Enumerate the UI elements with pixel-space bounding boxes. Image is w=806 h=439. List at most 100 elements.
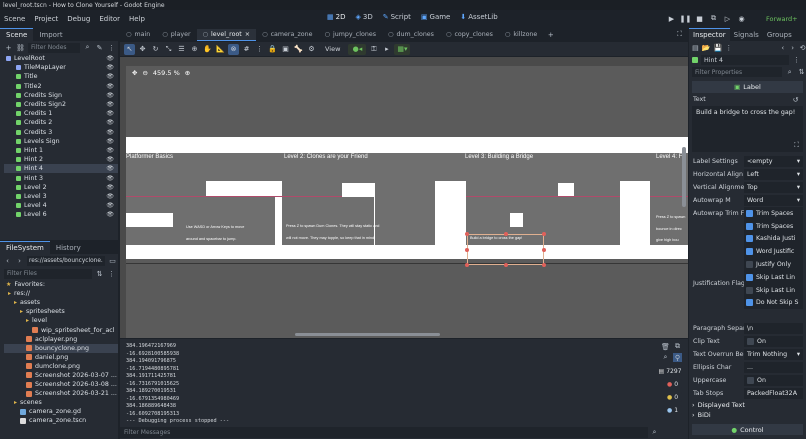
- menu-project[interactable]: Project: [34, 15, 58, 23]
- ruler-tool-icon[interactable]: 📐: [215, 44, 226, 55]
- platformer-title[interactable]: Platformer Basics: [126, 154, 173, 160]
- folder-item[interactable]: ▸ level: [4, 316, 118, 325]
- add-key-icon[interactable]: ●◂: [348, 43, 367, 55]
- flag-option[interactable]: Skip Last Lin: [744, 271, 803, 284]
- property-value[interactable]: ...: [744, 362, 803, 373]
- save-icon[interactable]: 💾: [714, 43, 723, 52]
- workspace-script[interactable]: ✎ Script: [383, 13, 411, 21]
- selection-handle[interactable]: [542, 232, 546, 236]
- checkbox-icon[interactable]: [746, 299, 753, 307]
- move-grab-icon[interactable]: ✥: [132, 69, 137, 77]
- split-view-icon[interactable]: ▭: [108, 256, 117, 265]
- back-icon[interactable]: ‹: [3, 256, 12, 265]
- copy-icon[interactable]: ⧉: [673, 342, 682, 351]
- property-value[interactable]: PackedFloat32A: [744, 388, 803, 399]
- selection-handle[interactable]: [465, 248, 469, 252]
- folder-item[interactable]: ★ Favorites:: [4, 280, 118, 289]
- file-item[interactable]: daniel.png: [4, 353, 118, 362]
- visibility-icon[interactable]: 👁: [106, 211, 114, 218]
- visibility-icon[interactable]: 👁: [106, 83, 114, 90]
- menu-help[interactable]: Help: [129, 15, 145, 23]
- file-item[interactable]: Screenshot 2026-03-07 ...: [4, 371, 118, 380]
- history-icon[interactable]: ⟲: [799, 43, 806, 52]
- zoom-in-icon[interactable]: ⊕: [185, 69, 190, 77]
- stop-icon[interactable]: ■: [694, 13, 705, 24]
- move-tool-icon[interactable]: ✥: [137, 44, 148, 55]
- tree-node[interactable]: Credits 1 👁: [4, 109, 118, 118]
- grid-snap-icon[interactable]: #: [241, 44, 252, 55]
- scene-tab[interactable]: ○ killzone: [499, 29, 543, 41]
- property-value[interactable]: \n: [744, 323, 803, 334]
- filter-messages-input[interactable]: Filter Messages: [120, 427, 648, 438]
- tree-node[interactable]: Level 4 👁: [4, 201, 118, 210]
- menu-icon[interactable]: ⋮: [725, 43, 732, 52]
- search-icon[interactable]: ⌕: [650, 428, 659, 437]
- close-icon[interactable]: ×: [245, 31, 250, 38]
- add-tab-icon[interactable]: +: [546, 30, 555, 39]
- scene-tab[interactable]: ○ player: [156, 29, 196, 41]
- renderer-selector[interactable]: Forward+: [766, 15, 798, 23]
- viewport-hscrollbar[interactable]: [295, 333, 440, 336]
- link-icon[interactable]: ⛓: [16, 43, 25, 52]
- checkbox-icon[interactable]: [747, 377, 754, 384]
- section-control[interactable]: ● Control: [692, 424, 803, 435]
- warnings-toggle[interactable]: ● 0: [663, 392, 682, 402]
- checkbox-icon[interactable]: [746, 248, 753, 256]
- flag-option[interactable]: Trim Spaces: [744, 207, 803, 220]
- visibility-icon[interactable]: 👁: [106, 129, 114, 136]
- tree-node[interactable]: TileMapLayer 👁: [4, 63, 118, 72]
- scene-tab[interactable]: ○ main: [120, 29, 156, 41]
- revert-icon[interactable]: ↺: [791, 95, 800, 104]
- property-value[interactable]: Trim Nothing ▾: [744, 349, 803, 360]
- tab-filesystem[interactable]: FileSystem: [0, 241, 50, 254]
- search-icon[interactable]: ⌕: [785, 68, 794, 77]
- visibility-icon[interactable]: 👁: [106, 184, 114, 191]
- property-value[interactable]: Word ▾: [744, 195, 803, 206]
- file-item[interactable]: camera_zone.tscn: [4, 416, 118, 425]
- property-value[interactable]: On: [744, 336, 803, 347]
- tree-node[interactable]: Credits 3 👁: [4, 128, 118, 137]
- scale-tool-icon[interactable]: ⤡: [163, 44, 174, 55]
- tree-node[interactable]: Hint 3 👁: [4, 173, 118, 182]
- node-name-field[interactable]: Hint 4: [701, 55, 789, 65]
- snap-options-icon[interactable]: ⋮: [254, 44, 265, 55]
- menu-editor[interactable]: Editor: [99, 15, 120, 23]
- checkbox-icon[interactable]: [746, 222, 753, 230]
- hint-dum-1[interactable]: Press Z to spawn Dum Clones. They will s…: [286, 224, 379, 228]
- scene-tab[interactable]: ○ jumpy_clones: [319, 29, 382, 41]
- tab-inspector[interactable]: Inspector: [689, 28, 730, 41]
- file-item[interactable]: aclplayer.png: [4, 335, 118, 344]
- tree-node[interactable]: Level 3 👁: [4, 192, 118, 201]
- workspace-2d[interactable]: ▦ 2D: [327, 13, 345, 21]
- selection-box[interactable]: [467, 234, 544, 265]
- folder-item[interactable]: ▸ assets: [4, 298, 118, 307]
- workspace-game[interactable]: ▣ Game: [421, 13, 450, 21]
- selection-handle[interactable]: [542, 248, 546, 252]
- visibility-icon[interactable]: 👁: [106, 193, 114, 200]
- menu-debug[interactable]: Debug: [67, 15, 90, 23]
- viewport-vscrollbar[interactable]: [682, 147, 686, 207]
- search-toggle-icon[interactable]: ⌕: [661, 353, 670, 362]
- bone-icon[interactable]: ⚙: [306, 44, 317, 55]
- hint-right-3[interactable]: give high bou: [656, 238, 679, 242]
- visibility-icon[interactable]: 👁: [106, 156, 114, 163]
- tab-history[interactable]: History: [50, 241, 87, 254]
- flag-option[interactable]: Skip Last Lin: [744, 284, 803, 297]
- section-displayed-text[interactable]: › Displayed Text: [692, 401, 745, 409]
- file-item[interactable]: bouncyclone.png: [4, 343, 118, 353]
- expand-icon[interactable]: ⛶: [792, 141, 801, 150]
- hint-wasd-1[interactable]: Use WASD or Arrow Keys to move: [186, 225, 244, 229]
- insert-key-icon[interactable]: ▸: [381, 44, 392, 55]
- visibility-icon[interactable]: 👁: [106, 101, 114, 108]
- pause-icon[interactable]: ❚❚: [680, 13, 692, 24]
- flag-option[interactable]: Word Justific: [744, 245, 803, 258]
- smart-snap-icon[interactable]: ⊗: [228, 43, 239, 55]
- hint-right-1[interactable]: Press Z to spawn: [656, 215, 685, 219]
- flag-option[interactable]: Kashida Justi: [744, 233, 803, 246]
- visibility-icon[interactable]: 👁: [106, 73, 114, 80]
- tree-node[interactable]: Hint 1 👁: [4, 146, 118, 155]
- key-icon[interactable]: ⚿: [368, 44, 379, 55]
- load-resource-icon[interactable]: 📂: [702, 43, 711, 52]
- visibility-icon[interactable]: 👁: [106, 202, 114, 209]
- scene-tab[interactable]: ○ copy_clones: [440, 29, 499, 41]
